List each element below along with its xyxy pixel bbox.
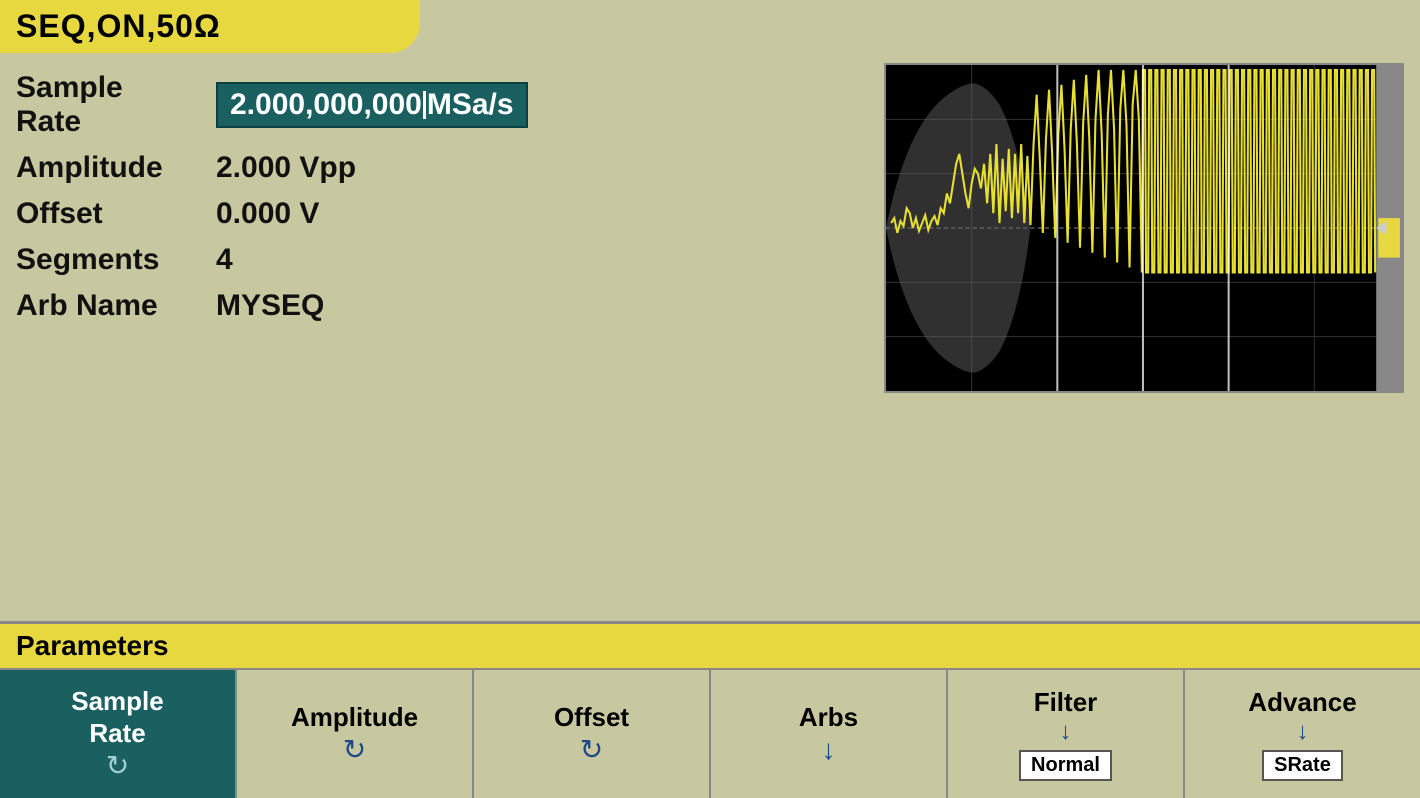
main-content: Sample Rate 2.000,000,000MSa/s Amplitude… — [0, 53, 1420, 621]
info-panel: Sample Rate 2.000,000,000MSa/s Amplitude… — [16, 63, 864, 611]
btn-advance-value: SRate — [1262, 750, 1343, 781]
arb-name-value: MYSEQ — [216, 289, 324, 323]
segments-label: Segments — [16, 243, 196, 277]
arb-name-row: Arb Name MYSEQ — [16, 289, 864, 323]
btn-offset[interactable]: Offset ↻ — [474, 670, 711, 798]
arrow-down-icon-arbs: ↓ — [822, 734, 836, 766]
arrow-down-icon-filter: ↓ — [1060, 718, 1072, 746]
bottom-buttons: SampleRate ↻ Amplitude ↻ Offset ↻ Arbs ↓… — [0, 668, 1420, 798]
parameters-header: Parameters — [0, 624, 1420, 668]
btn-advance-label: Advance — [1248, 687, 1356, 718]
btn-sample-rate-label: SampleRate — [71, 686, 164, 748]
offset-label: Offset — [16, 197, 196, 231]
btn-amplitude-label: Amplitude — [291, 702, 418, 733]
sample-rate-value-box[interactable]: 2.000,000,000MSa/s — [216, 82, 528, 128]
btn-arbs[interactable]: Arbs ↓ — [711, 670, 948, 798]
screen: SEQ,ON,50Ω Sample Rate 2.000,000,000MSa/… — [0, 0, 1420, 798]
btn-sample-rate[interactable]: SampleRate ↻ — [0, 670, 237, 798]
btn-filter[interactable]: Filter ↓ Normal — [948, 670, 1185, 798]
cursor — [423, 91, 426, 119]
segments-value: 4 — [216, 243, 233, 277]
amplitude-label: Amplitude — [16, 151, 196, 185]
waveform-svg — [886, 65, 1402, 391]
segments-row: Segments 4 — [16, 243, 864, 277]
amplitude-value: 2.000 Vpp — [216, 151, 356, 185]
offset-value: 0.000 V — [216, 197, 319, 231]
arb-name-label: Arb Name — [16, 289, 196, 323]
sample-rate-unit: MSa/s — [427, 88, 514, 122]
sample-rate-value: 2.000,000,000 — [230, 88, 422, 122]
bottom-section: Parameters SampleRate ↻ Amplitude ↻ Offs… — [0, 621, 1420, 798]
btn-amplitude[interactable]: Amplitude ↻ — [237, 670, 474, 798]
amplitude-row: Amplitude 2.000 Vpp — [16, 151, 864, 185]
sample-rate-row: Sample Rate 2.000,000,000MSa/s — [16, 71, 864, 139]
btn-filter-label: Filter — [1034, 687, 1098, 718]
btn-filter-sub: ↓ Normal — [952, 718, 1179, 781]
header-title: SEQ,ON,50Ω — [16, 8, 221, 44]
waveform-display — [884, 63, 1404, 393]
btn-arbs-label: Arbs — [799, 702, 858, 733]
sample-rate-label: Sample Rate — [16, 71, 196, 139]
offset-row: Offset 0.000 V — [16, 197, 864, 231]
arrow-down-icon-advance: ↓ — [1297, 718, 1309, 746]
btn-advance-sub: ↓ SRate — [1189, 718, 1416, 781]
btn-filter-value: Normal — [1019, 750, 1112, 781]
btn-offset-label: Offset — [554, 702, 629, 733]
refresh-icon-offset: ↻ — [580, 733, 603, 766]
btn-advance[interactable]: Advance ↓ SRate — [1185, 670, 1420, 798]
refresh-icon-sample-rate: ↻ — [106, 749, 129, 782]
header-tab: SEQ,ON,50Ω — [0, 0, 420, 53]
refresh-icon-amplitude: ↻ — [343, 733, 366, 766]
